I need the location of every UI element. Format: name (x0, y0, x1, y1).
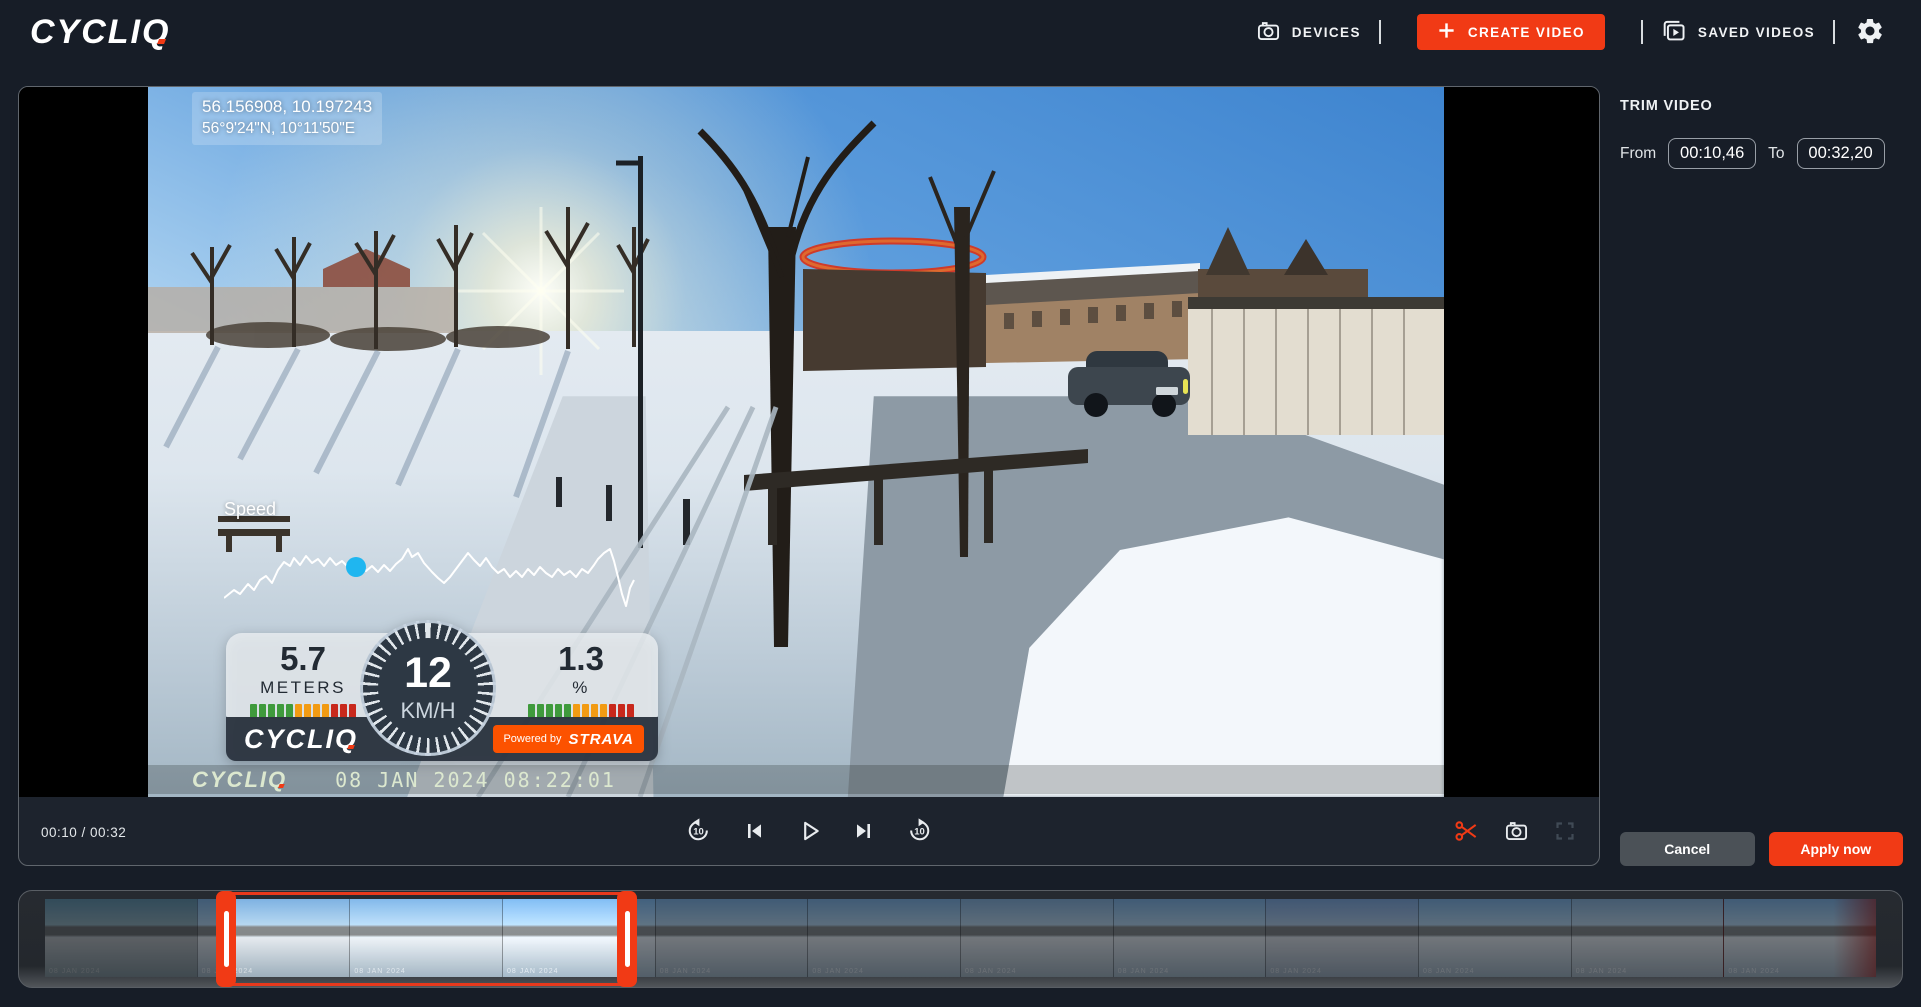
distance-value: 5.7 (238, 642, 368, 677)
handle-grip (625, 911, 630, 967)
divider (1379, 20, 1381, 44)
devices-label: DEVICES (1292, 25, 1361, 40)
from-label: From (1620, 145, 1656, 163)
svg-text:10: 10 (693, 826, 704, 837)
speedometer-dial: 12 KM/H (378, 638, 478, 738)
create-video-label: CREATE VIDEO (1468, 25, 1585, 40)
powered-by-label: Powered by (503, 733, 561, 745)
cancel-button[interactable]: Cancel (1620, 832, 1755, 866)
timestamp-bar: CYCLIQ 08 JAN 2024 08:22:01 (148, 765, 1444, 794)
top-bar: CYCLIQ DEVICES CREATE VIDEO (0, 0, 1921, 64)
video-library-icon (1661, 18, 1687, 47)
play-icon (796, 818, 822, 847)
video-stage[interactable]: 56.156908, 10.197243 56°9'24"N, 10°11'50… (19, 87, 1599, 797)
speed-value: 12 (404, 652, 452, 695)
tool-controls (1454, 818, 1577, 847)
handle-grip (224, 911, 229, 967)
snapshot-button[interactable] (1504, 818, 1529, 846)
fullscreen-button[interactable] (1553, 819, 1577, 846)
trim-to-input[interactable] (1797, 138, 1885, 169)
filmstrip-thumbnail[interactable]: 08 JAN 2024 (349, 899, 502, 977)
next-frame-button[interactable] (852, 819, 876, 846)
video-player: 56.156908, 10.197243 56°9'24"N, 10°11'50… (18, 86, 1600, 866)
scissors-icon (1454, 818, 1480, 847)
trim-range-row: From To (1620, 138, 1903, 169)
plus-icon (1437, 21, 1456, 43)
gps-dms: 56°9'24"N, 10°11'50"E (202, 120, 372, 138)
to-label: To (1768, 145, 1784, 163)
saved-videos-button[interactable]: SAVED VIDEOS (1661, 18, 1815, 47)
skip-forward-icon (852, 819, 876, 846)
dimmed-region-before (45, 899, 226, 977)
grade-metric: 1.3 % (516, 642, 646, 719)
video-frame: 56.156908, 10.197243 56°9'24"N, 10°11'50… (148, 87, 1444, 797)
speed-polyline (224, 549, 634, 606)
cycliq-logo[interactable]: CYCLIQ (30, 15, 170, 49)
play-button[interactable] (796, 818, 822, 847)
trim-panel-title: TRIM VIDEO (1620, 98, 1903, 114)
watermark-cycliq-logo: CYCLIQ (192, 769, 287, 791)
player-controls: 00:10 / 00:32 10 (19, 797, 1599, 866)
svg-text:10: 10 (914, 826, 925, 837)
distance-metric: 5.7 METERS (238, 642, 368, 719)
skip-back-icon (742, 819, 766, 846)
rewind-10-button[interactable]: 10 (685, 817, 712, 847)
dimmed-region-after (627, 899, 1876, 977)
time-display: 00:10 / 00:32 (41, 825, 126, 840)
gps-overlay: 56.156908, 10.197243 56°9'24"N, 10°11'50… (192, 92, 382, 145)
saved-videos-label: SAVED VIDEOS (1698, 25, 1815, 40)
gear-icon (1855, 16, 1885, 49)
divider (1641, 20, 1643, 44)
rewind-10-icon: 10 (685, 817, 712, 847)
video-timestamp: 08 JAN 2024 08:22:01 (335, 768, 616, 792)
speed-position-marker (346, 557, 366, 577)
thumb-stamp: 08 JAN 2024 (507, 968, 558, 975)
camera-icon (1256, 18, 1281, 46)
speedometer-gauge: 12 KM/H (360, 620, 496, 756)
trim-panel: TRIM VIDEO From To Cancel Apply now (1620, 86, 1903, 866)
dashboard-brand-text: CYCLIQ (244, 724, 358, 754)
filmstrip-track: 08 JAN 2024 08 JAN 2024 08 JAN 2024 08 J… (45, 899, 1876, 977)
speed-graph-label: Speed (224, 499, 658, 520)
trim-scissors-button[interactable] (1454, 818, 1480, 847)
trim-from-input[interactable] (1668, 138, 1756, 169)
watermark-brand-text: CYCLIQ (192, 767, 287, 792)
apply-now-button[interactable]: Apply now (1769, 832, 1904, 866)
speed-graph-chart (224, 520, 644, 615)
gps-decimal: 56.156908, 10.197243 (202, 97, 372, 117)
devices-button[interactable]: DEVICES (1256, 18, 1361, 46)
dashboard-overlay: 5.7 METERS 1.3 % (226, 633, 658, 761)
divider (1833, 20, 1835, 44)
distance-unit: METERS (238, 678, 368, 698)
snapshot-camera-icon (1504, 818, 1529, 846)
settings-button[interactable] (1855, 16, 1885, 49)
strava-badge: Powered by STRAVA (493, 725, 644, 753)
playback-controls: 10 (685, 817, 933, 847)
filmstrip-timeline: 08 JAN 2024 08 JAN 2024 08 JAN 2024 08 J… (18, 890, 1903, 988)
create-video-button[interactable]: CREATE VIDEO (1417, 14, 1605, 50)
trim-actions: Cancel Apply now (1620, 832, 1903, 866)
forward-10-icon: 10 (906, 817, 933, 847)
grade-unit: % (516, 678, 646, 698)
thumb-stamp: 08 JAN 2024 (354, 968, 405, 975)
grade-value: 1.3 (516, 642, 646, 677)
trim-end-handle[interactable] (617, 891, 637, 987)
top-bar-actions: DEVICES CREATE VIDEO SAVED VIDEOS (1256, 14, 1885, 50)
speed-unit: KM/H (401, 698, 456, 724)
previous-frame-button[interactable] (742, 819, 766, 846)
cycliq-logo-text: CYCLIQ (30, 13, 170, 51)
strava-wordmark: STRAVA (569, 731, 634, 748)
dashboard-cycliq-logo: CYCLIQ (244, 726, 358, 753)
trim-start-handle[interactable] (216, 891, 236, 987)
speed-graph-overlay: Speed (224, 499, 658, 620)
fullscreen-icon (1553, 819, 1577, 846)
main-content: 56.156908, 10.197243 56°9'24"N, 10°11'50… (18, 86, 1903, 866)
forward-10-button[interactable]: 10 (906, 817, 933, 847)
